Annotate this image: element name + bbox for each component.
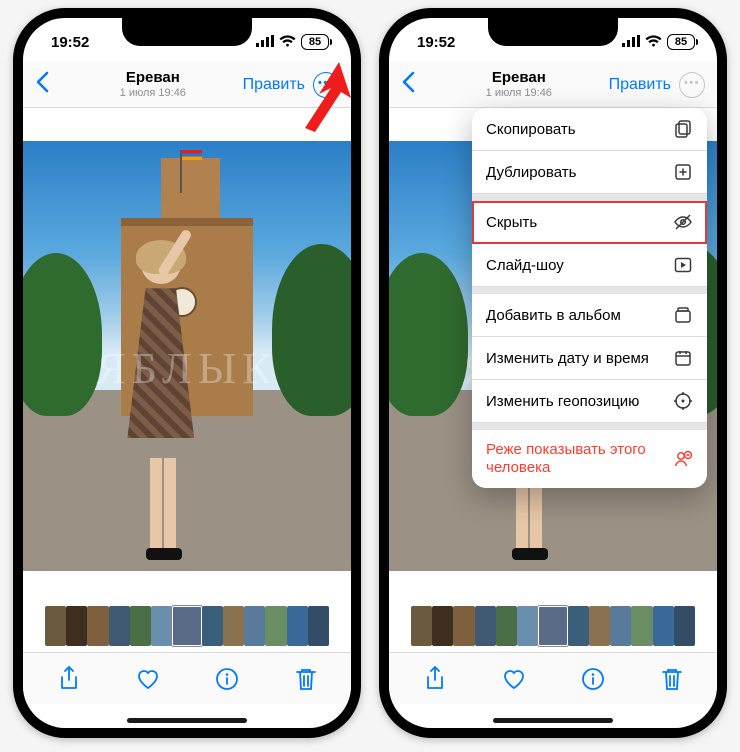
info-button[interactable] [579, 665, 607, 693]
home-indicator[interactable] [127, 718, 247, 723]
nav-header: Ереван 1 июля 19:46 Править ••• [389, 62, 717, 108]
nav-title: Ереван 1 июля 19:46 [63, 70, 243, 99]
duplicate-icon [673, 162, 693, 182]
menu-change-location[interactable]: Изменить геопозицию [472, 380, 707, 423]
photo-datetime: 1 июля 19:46 [429, 87, 609, 99]
thumbnail[interactable] [66, 606, 87, 646]
menu-hide[interactable]: Скрыть [472, 201, 707, 244]
thumbnail[interactable] [265, 606, 286, 646]
menu-label: Изменить дату и время [486, 350, 649, 367]
battery-indicator: 85 [301, 34, 329, 50]
notch [488, 18, 618, 46]
thumbnail[interactable] [287, 606, 308, 646]
copy-icon [673, 119, 693, 139]
hide-icon [673, 212, 693, 232]
phone-left: 19:52 85 Ереван 1 июля 19:46 [13, 8, 361, 738]
thumbnail[interactable] [151, 606, 172, 646]
back-button[interactable] [35, 69, 63, 100]
menu-label: Изменить геопозицию [486, 393, 639, 410]
thumbnail[interactable] [496, 606, 517, 646]
menu-separator [472, 194, 707, 201]
thumbnail[interactable] [538, 606, 567, 646]
battery-indicator: 85 [667, 34, 695, 50]
photo-location: Ереван [63, 70, 243, 87]
delete-button[interactable] [292, 665, 320, 693]
thumbnail[interactable] [202, 606, 223, 646]
thumbnail[interactable] [432, 606, 453, 646]
bottom-toolbar [23, 652, 351, 704]
thumbnail[interactable] [109, 606, 130, 646]
menu-label: Добавить в альбом [486, 307, 621, 324]
calendar-icon [673, 348, 693, 368]
menu-duplicate[interactable]: Дублировать [472, 151, 707, 194]
menu-change-date[interactable]: Изменить дату и время [472, 337, 707, 380]
photo-datetime: 1 июля 19:46 [63, 87, 243, 99]
menu-copy[interactable]: Скопировать [472, 108, 707, 151]
actions-menu: Скопировать Дублировать Скрыть [472, 108, 707, 488]
thumbnail-strip[interactable] [389, 604, 717, 652]
thumbnail[interactable] [475, 606, 496, 646]
edit-button[interactable]: Править [243, 76, 305, 94]
menu-separator [472, 423, 707, 430]
more-button[interactable]: ••• [313, 72, 339, 98]
edit-button[interactable]: Править [609, 76, 671, 94]
thumbnail[interactable] [130, 606, 151, 646]
thumbnail[interactable] [674, 606, 695, 646]
photo-viewer[interactable]: ЯБЛЫК [23, 108, 351, 604]
thumbnail[interactable] [568, 606, 589, 646]
delete-button[interactable] [658, 665, 686, 693]
status-time: 19:52 [417, 34, 455, 51]
thumbnail[interactable] [45, 606, 66, 646]
menu-separator [472, 287, 707, 294]
thumbnail[interactable] [411, 606, 432, 646]
thumbnail[interactable] [308, 606, 329, 646]
thumbnail[interactable] [453, 606, 474, 646]
wifi-icon [279, 34, 296, 51]
nav-title: Ереван 1 июля 19:46 [429, 70, 609, 99]
menu-label: Скопировать [486, 121, 576, 138]
thumbnail-strip[interactable] [23, 604, 351, 652]
thumbnail[interactable] [610, 606, 631, 646]
thumbnail[interactable] [653, 606, 674, 646]
thumbnail[interactable] [517, 606, 538, 646]
photo-location: Ереван [429, 70, 609, 87]
album-icon [673, 305, 693, 325]
menu-add-album[interactable]: Добавить в альбом [472, 294, 707, 337]
menu-label: Слайд-шоу [486, 257, 564, 274]
share-button[interactable] [55, 665, 83, 693]
thumbnail[interactable] [87, 606, 108, 646]
share-button[interactable] [421, 665, 449, 693]
thumbnail[interactable] [172, 606, 201, 646]
nav-header: Ереван 1 июля 19:46 Править ••• [23, 62, 351, 108]
more-button[interactable]: ••• [679, 72, 705, 98]
cellular-icon [622, 34, 640, 51]
back-button[interactable] [401, 69, 429, 100]
thumbnail[interactable] [244, 606, 265, 646]
home-indicator[interactable] [493, 718, 613, 723]
status-time: 19:52 [51, 34, 89, 51]
person-minus-icon [673, 449, 693, 469]
thumbnail[interactable] [223, 606, 244, 646]
favorite-button[interactable] [134, 665, 162, 693]
menu-label: Дублировать [486, 164, 576, 181]
wifi-icon [645, 34, 662, 51]
thumbnail[interactable] [589, 606, 610, 646]
menu-label: Скрыть [486, 214, 537, 231]
bottom-toolbar [389, 652, 717, 704]
cellular-icon [256, 34, 274, 51]
favorite-button[interactable] [500, 665, 528, 693]
info-button[interactable] [213, 665, 241, 693]
notch [122, 18, 252, 46]
thumbnail[interactable] [631, 606, 652, 646]
phone-right: 19:52 85 Ереван 1 июля 19:46 [379, 8, 727, 738]
menu-feature-less[interactable]: Реже показывать этого человека [472, 430, 707, 488]
menu-slideshow[interactable]: Слайд-шоу [472, 244, 707, 287]
menu-label: Реже показывать этого человека [486, 441, 656, 477]
location-icon [673, 391, 693, 411]
play-icon [673, 255, 693, 275]
